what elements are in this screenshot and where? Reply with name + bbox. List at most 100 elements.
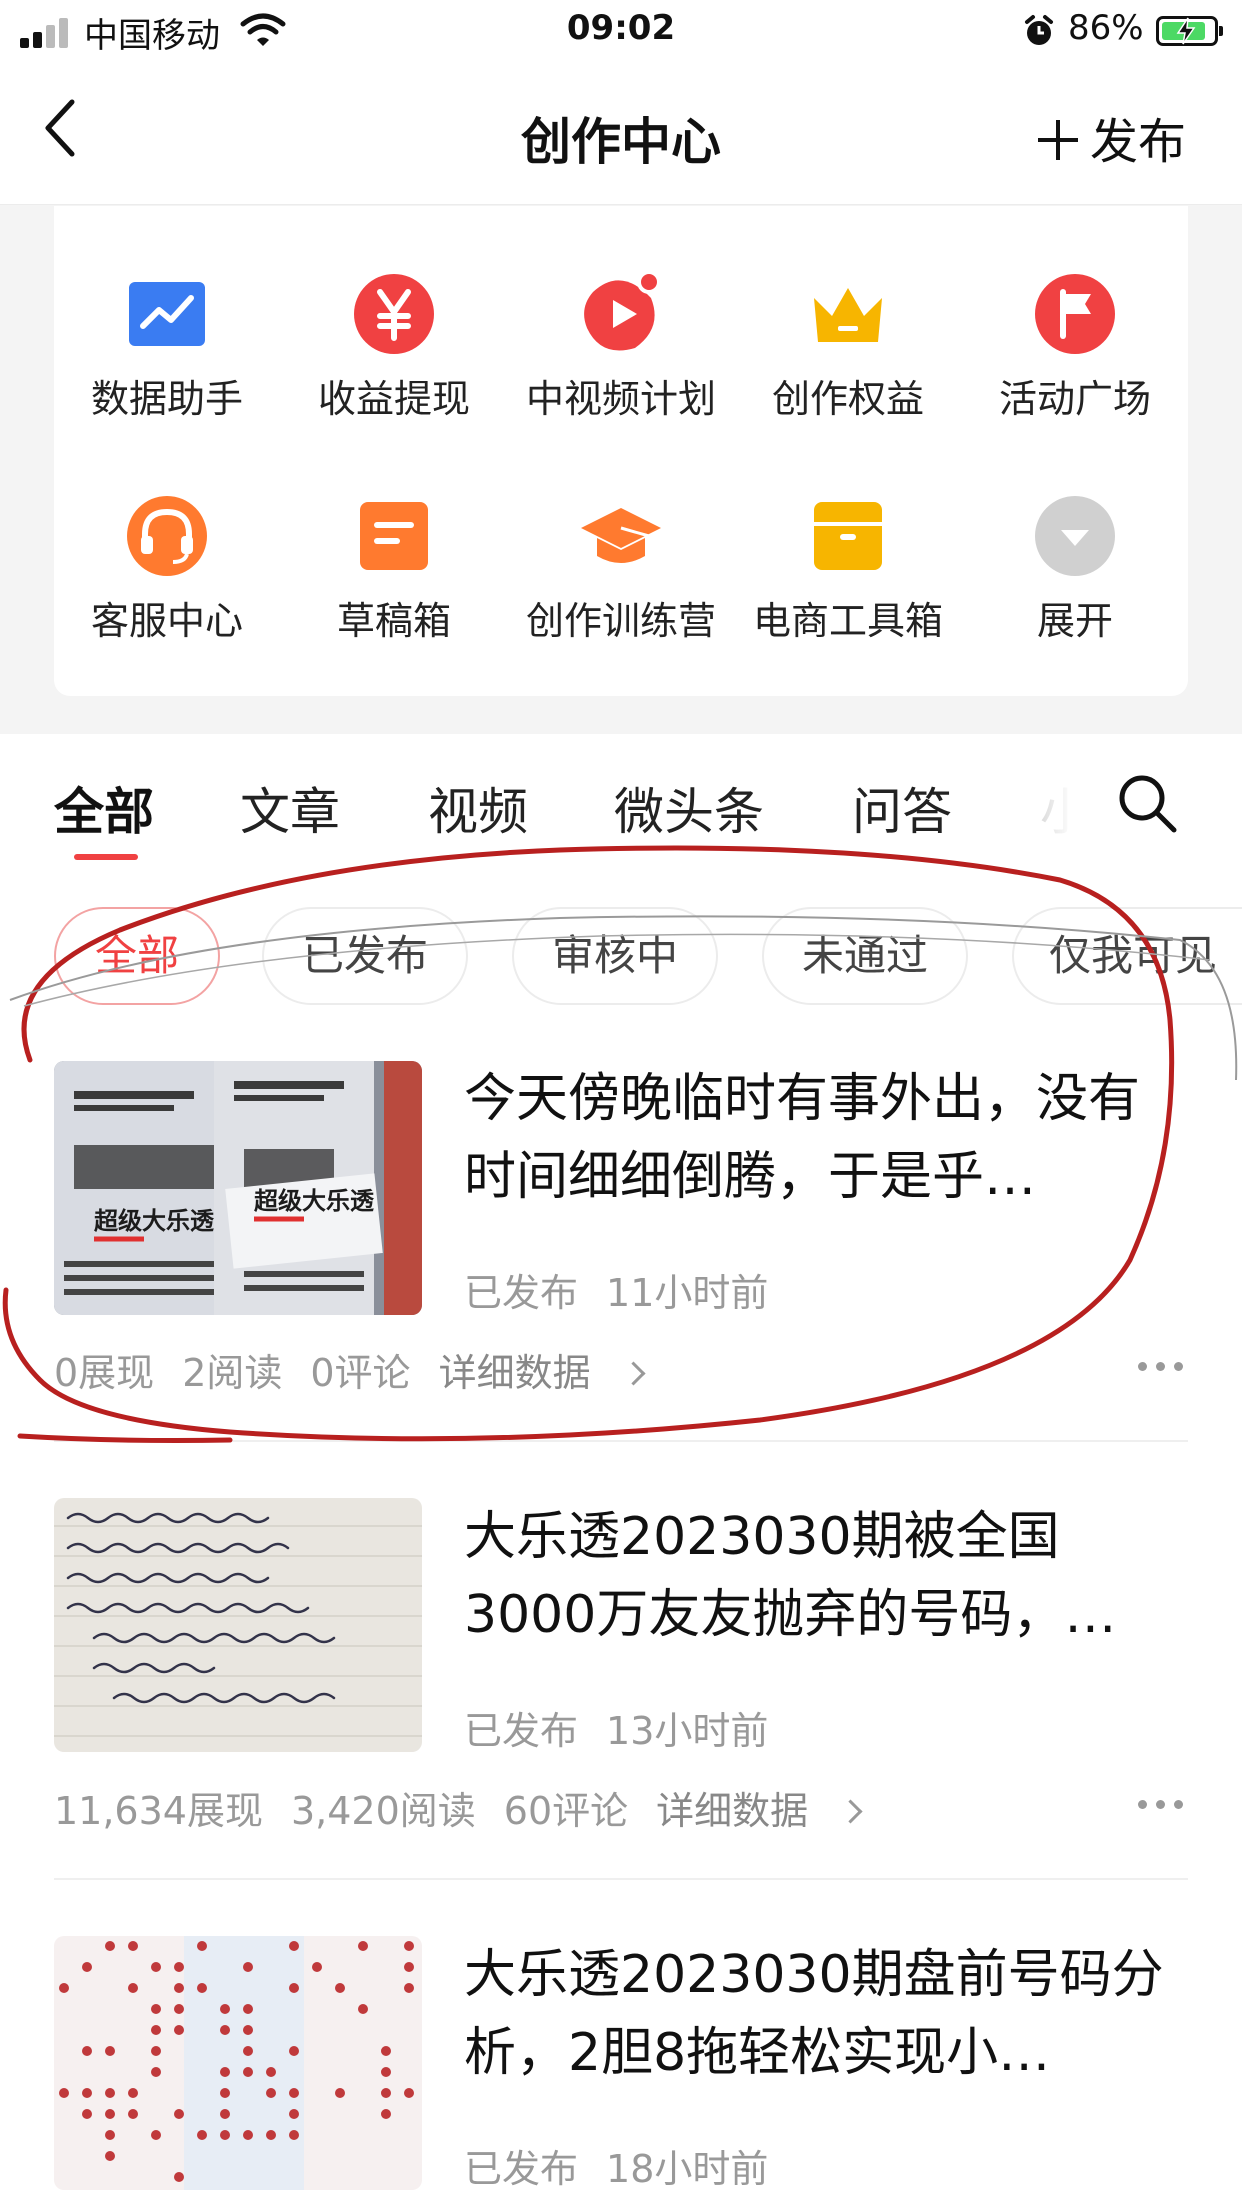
grid-dot (220, 2025, 230, 2035)
article-thumbnail[interactable]: 超级大乐透 超级大乐透 (54, 1061, 422, 1315)
tool-expand[interactable]: 展开 (962, 478, 1188, 678)
expand-icon (1035, 496, 1115, 576)
search-icon[interactable] (1116, 772, 1178, 834)
grid-dot (404, 1962, 414, 1972)
article-title[interactable]: 今天傍晚临时有事外出，没有时间细细倒腾，于是乎… (464, 1060, 1180, 1216)
grid-dot (243, 2025, 253, 2035)
grid-dot (128, 1941, 138, 1951)
grid-dot (105, 2046, 115, 2056)
grid-dot (197, 1983, 207, 1993)
tool-ecommerce-toolbox[interactable]: 电商工具箱 (735, 478, 961, 678)
grid-dot (197, 1941, 207, 1951)
crown-icon-bg (814, 288, 882, 342)
crown-icon (814, 288, 882, 342)
grid-dot (220, 2067, 230, 2077)
grid-dot (105, 1941, 115, 1951)
tool-label: 草稿箱 (336, 599, 451, 643)
tab-all[interactable]: 全部 (54, 772, 154, 844)
divider (54, 1878, 1188, 1880)
grid-dot (220, 2130, 230, 2140)
grid-dot (381, 2046, 391, 2056)
article-title[interactable]: 大乐透2023030期盘前号码分析，2胆8拖轻松实现小… (464, 1936, 1180, 2092)
post-time: 18小时前 (606, 2147, 769, 2191)
tab-videos[interactable]: 视频 (428, 772, 528, 844)
grid-dot (128, 1983, 138, 1993)
more-options-icon[interactable] (1138, 1362, 1184, 1374)
tool-training-camp[interactable]: 创作训练营 (508, 478, 734, 678)
tool-creator-benefits[interactable]: 创作权益 (735, 256, 961, 456)
chart-icon (129, 282, 205, 346)
notification-dot (637, 272, 661, 294)
article-thumbnail[interactable] (54, 1936, 422, 2190)
grid-dot (82, 2109, 92, 2119)
reads: 2阅读 (182, 1351, 283, 1395)
tool-customer-service[interactable]: 客服中心 (54, 478, 280, 678)
grid-dot (404, 2088, 414, 2098)
grid-dot (174, 2172, 184, 2182)
grid-dot (404, 1983, 414, 1993)
grid-dot (266, 2088, 276, 2098)
grid-dot (289, 2130, 299, 2140)
grid-dot (105, 2151, 115, 2161)
grid-dot (266, 2067, 276, 2077)
tab-micro-posts[interactable]: 微头条 (614, 772, 764, 844)
lottery-ticket-photo: 超级大乐透 超级大乐透 (54, 1061, 422, 1315)
tool-mid-video-plan[interactable]: 中视频计划 (508, 256, 734, 456)
tool-drafts[interactable]: 草稿箱 (281, 478, 507, 678)
flag-icon (1035, 274, 1115, 354)
tool-label: 活动广场 (998, 377, 1151, 421)
tool-activity-square[interactable]: 活动广场 (962, 256, 1188, 456)
tab-articles[interactable]: 文章 (240, 772, 340, 844)
filter-under-review[interactable]: 审核中 (512, 907, 718, 1005)
grid-dot (266, 2130, 276, 2140)
grid-dot (197, 2130, 207, 2140)
detail-data-label: 详细数据 (656, 1789, 809, 1833)
grid-dot (381, 2088, 391, 2098)
headset-icon (127, 496, 207, 576)
chevron-right-icon (621, 1361, 646, 1386)
more-options-icon[interactable] (1138, 1800, 1184, 1812)
detail-data-link[interactable]: 详细数据 (656, 1789, 863, 1833)
status-text: 已发布 (464, 1271, 579, 1315)
tab-qa[interactable]: 问答 (852, 772, 952, 844)
article-thumbnail[interactable] (54, 1498, 422, 1752)
tool-earnings-withdraw[interactable]: 收益提现 (281, 256, 507, 456)
grid-dot (151, 2025, 161, 2035)
grid-dot (174, 2109, 184, 2119)
impressions: 11,634展现 (54, 1789, 263, 1833)
grid-dot (335, 2088, 345, 2098)
grid-dot (151, 1962, 161, 1972)
content-tabs: 全部 文章 视频 微头条 问答 小 (0, 734, 1242, 869)
grid-dot (174, 1983, 184, 1993)
nav-bar: 创作中心 发布 (0, 64, 1242, 205)
grid-dot (220, 2109, 230, 2119)
grid-dot (289, 2088, 299, 2098)
detail-data-link[interactable]: 详细数据 (438, 1351, 646, 1395)
grid-dot (105, 2088, 115, 2098)
post-time: 11小时前 (606, 1271, 769, 1315)
grid-dot (381, 2109, 391, 2119)
filter-all[interactable]: 全部 (54, 907, 220, 1005)
tab-active-indicator (74, 854, 138, 860)
article-title[interactable]: 大乐透2023030期被全国3000万友友抛弃的号码，… (464, 1498, 1180, 1654)
tool-grid: 数据助手 收益提现 中视频计划 创作权益 活动广场 客服中心 草稿箱 创作训练营… (54, 206, 1188, 696)
filter-published[interactable]: 已发布 (262, 907, 468, 1005)
filter-rejected[interactable]: 未通过 (762, 907, 968, 1005)
grid-dot (174, 1962, 184, 1972)
grid-dot (59, 1983, 69, 1993)
comments: 60评论 (503, 1789, 629, 1833)
box-icon (814, 502, 882, 570)
article-status: 已发布 18小时前 (464, 2138, 768, 2193)
grid-dot (220, 2004, 230, 2014)
grid-dot (59, 2088, 69, 2098)
comments: 0评论 (310, 1351, 411, 1395)
grid-dot (335, 1983, 345, 1993)
video-play-icon (584, 272, 661, 351)
filter-private[interactable]: 仅我可见 (1012, 907, 1242, 1005)
tool-label: 收益提现 (317, 377, 470, 421)
grid-dot (358, 2004, 368, 2014)
tool-data-assistant[interactable]: 数据助手 (54, 256, 280, 456)
detail-data-label: 详细数据 (438, 1351, 591, 1395)
publish-label: 发布 (1089, 114, 1186, 170)
publish-button[interactable]: 发布 (1037, 102, 1186, 172)
